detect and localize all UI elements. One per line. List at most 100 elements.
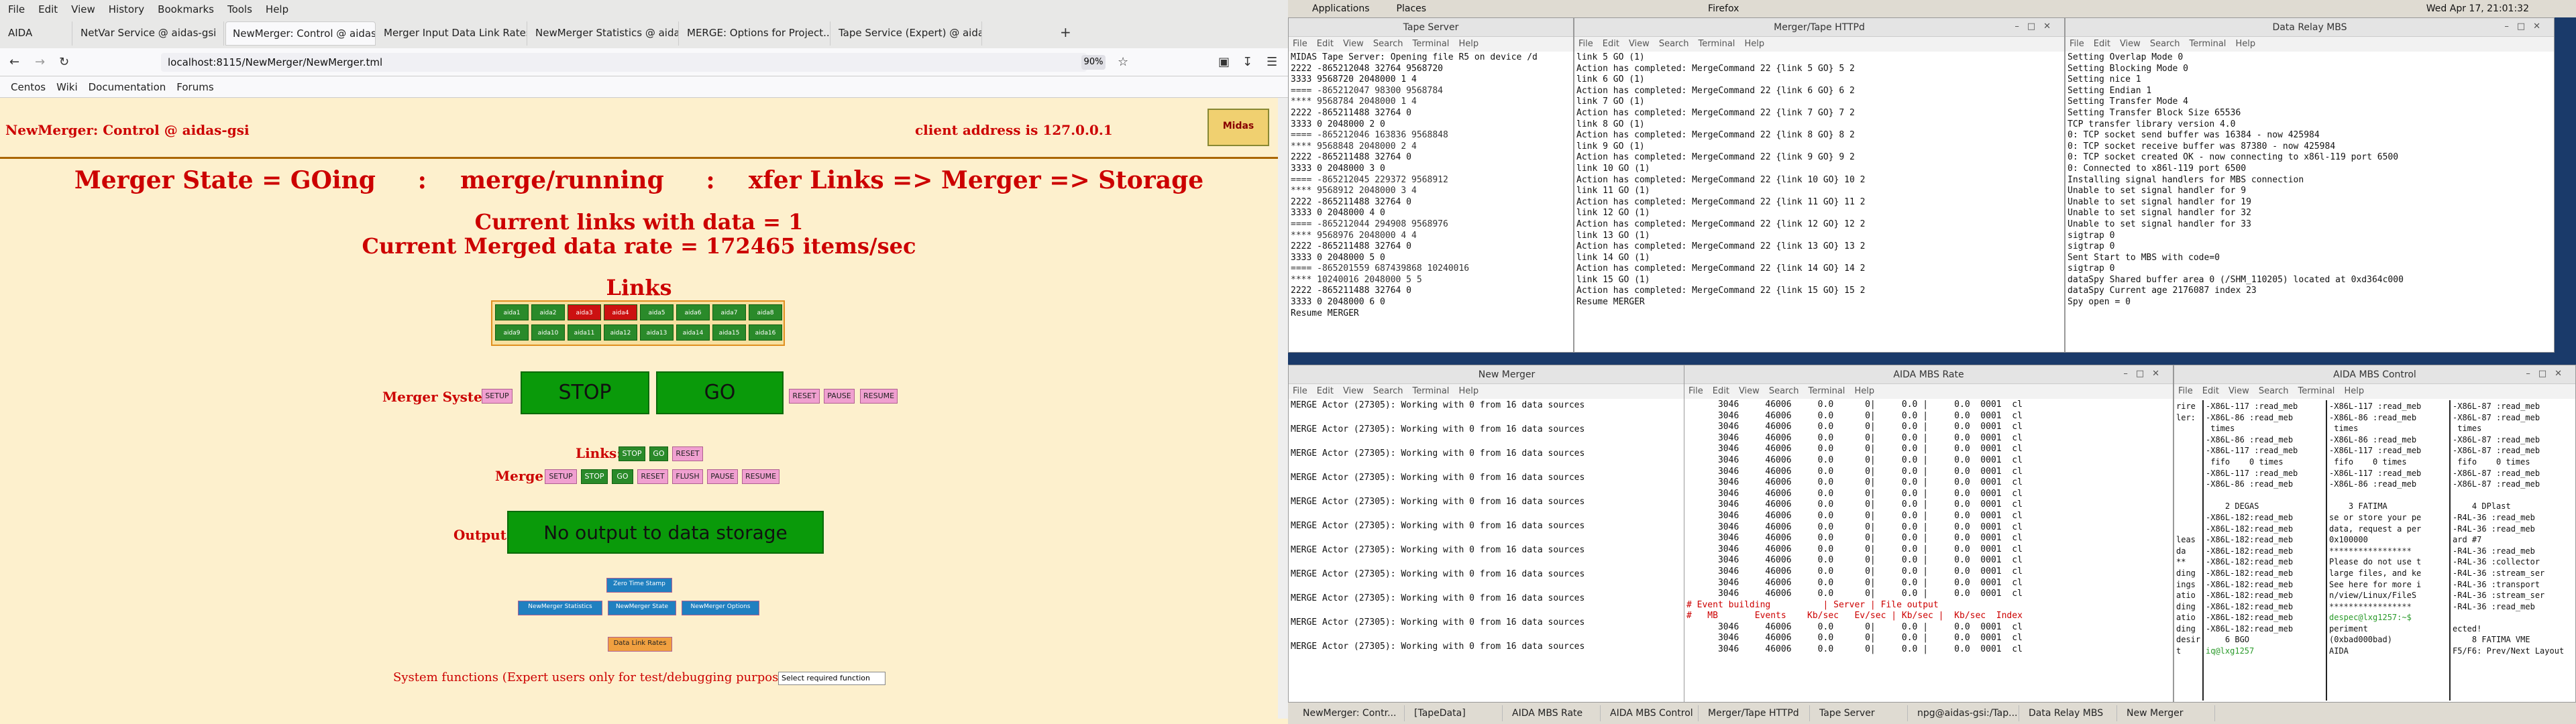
term-menu-search[interactable]: Search [2259, 386, 2289, 396]
term-menu-view[interactable]: View [1343, 386, 1364, 396]
applications-menu[interactable]: Applications [1312, 3, 1370, 14]
merger-reset-button[interactable]: RESET [789, 389, 820, 404]
term-menu-terminal[interactable]: Terminal [1412, 39, 1449, 49]
tab-link-rates[interactable]: Merger Input Data Link Rates [377, 21, 527, 46]
page-scrollbar[interactable] [1278, 98, 1288, 719]
statistics-button[interactable]: NewMerger Statistics [518, 601, 602, 615]
term-menu-file[interactable]: File [1688, 386, 1703, 396]
window-controls-icon[interactable]: –□✕ [2123, 369, 2167, 379]
term-menu-view[interactable]: View [1629, 39, 1650, 49]
stop-button[interactable]: STOP [521, 371, 649, 414]
taskbar-item[interactable]: Tape Server [1814, 705, 1908, 721]
merge-go-button[interactable]: GO [612, 469, 633, 484]
taskbar-item[interactable]: AIDA MBS Rate [1507, 705, 1601, 721]
link-aida1[interactable]: aida1 [495, 304, 529, 320]
term-menu-search[interactable]: Search [1769, 386, 1799, 396]
new-tab-icon[interactable]: + [1060, 24, 1071, 40]
state-button[interactable]: NewMerger State [608, 601, 676, 615]
taskbar-item[interactable]: New Merger [2121, 705, 2215, 721]
term-menu-file[interactable]: File [1293, 386, 1307, 396]
tab-newmerger-control[interactable]: NewMerger: Control @ aidas- [225, 21, 376, 46]
term-menu-help[interactable]: Help [2344, 386, 2364, 396]
term-menu-file[interactable]: File [2070, 39, 2084, 49]
term-menu-view[interactable]: View [2229, 386, 2249, 396]
bookmark-star-icon[interactable]: ☆ [1118, 55, 1128, 69]
menu-edit[interactable]: Edit [38, 3, 58, 15]
window-controls-icon[interactable]: –□✕ [2015, 21, 2059, 32]
bookmark-centos[interactable]: Centos [11, 81, 46, 93]
mbs-rate-titlebar[interactable]: AIDA MBS Rate –□✕ [1684, 365, 2173, 384]
taskbar-item[interactable]: Data Relay MBS [2023, 705, 2117, 721]
taskbar-item[interactable]: NewMerger: Contr... [1297, 705, 1405, 721]
tape-server-titlebar[interactable]: Tape Server [1289, 18, 1573, 37]
forward-icon[interactable]: → [35, 55, 45, 69]
places-menu[interactable]: Places [1397, 3, 1427, 14]
term-menu-edit[interactable]: Edit [2094, 39, 2110, 49]
term-menu-search[interactable]: Search [2150, 39, 2180, 49]
menu-history[interactable]: History [109, 3, 144, 15]
term-menu-edit[interactable]: Edit [1713, 386, 1729, 396]
merge-reset-button[interactable]: RESET [637, 469, 668, 484]
links-reset-button[interactable]: RESET [672, 446, 703, 461]
term-menu-search[interactable]: Search [1373, 386, 1403, 396]
link-aida7[interactable]: aida7 [712, 304, 746, 320]
term-menu-terminal[interactable]: Terminal [1808, 386, 1845, 396]
download-icon[interactable]: ↧ [1242, 55, 1252, 69]
term-menu-edit[interactable]: Edit [2202, 386, 2219, 396]
options-button[interactable]: NewMerger Options [682, 601, 759, 615]
link-aida6[interactable]: aida6 [676, 304, 710, 320]
window-controls-icon[interactable]: –□✕ [2504, 21, 2548, 32]
merge-flush-button[interactable]: FLUSH [672, 469, 703, 484]
term-menu-edit[interactable]: Edit [1317, 39, 1334, 49]
term-menu-help[interactable]: Help [1458, 39, 1479, 49]
term-menu-view[interactable]: View [1343, 39, 1364, 49]
taskbar-item[interactable]: AIDA MBS Control [1605, 705, 1699, 721]
menu-file[interactable]: File [8, 3, 25, 15]
term-menu-help[interactable]: Help [1744, 39, 1764, 49]
data-link-rates-button[interactable]: Data Link Rates [608, 637, 672, 652]
link-aida3[interactable]: aida3 [568, 304, 601, 320]
link-aida11[interactable]: aida11 [568, 324, 601, 341]
tab-statistics[interactable]: NewMerger Statistics @ aidas- [529, 21, 679, 46]
pocket-icon[interactable]: ▣ [1218, 55, 1230, 69]
bookmark-forums[interactable]: Forums [176, 81, 213, 93]
merger-setup-button[interactable]: SETUP [482, 389, 513, 404]
term-menu-help[interactable]: Help [1458, 386, 1479, 396]
term-menu-file[interactable]: File [1578, 39, 1593, 49]
links-go-button[interactable]: GO [649, 446, 668, 461]
term-menu-file[interactable]: File [1293, 39, 1307, 49]
tab-tape-service[interactable]: Tape Service (Expert) @ aida [832, 21, 982, 46]
link-aida15[interactable]: aida15 [712, 324, 746, 341]
menu-view[interactable]: View [71, 3, 95, 15]
bookmark-documentation[interactable]: Documentation [89, 81, 166, 93]
zero-time-stamp-button[interactable]: Zero Time Stamp [606, 578, 672, 593]
term-menu-terminal[interactable]: Terminal [1698, 39, 1735, 49]
bookmark-wiki[interactable]: Wiki [56, 81, 78, 93]
menu-help[interactable]: Help [266, 3, 288, 15]
merger-pause-button[interactable]: PAUSE [824, 389, 855, 404]
firefox-launcher[interactable]: Firefox [1708, 3, 1739, 14]
term-menu-search[interactable]: Search [1659, 39, 1689, 49]
link-aida14[interactable]: aida14 [676, 324, 710, 341]
window-controls-icon[interactable]: –□✕ [2526, 369, 2570, 379]
tab-aida[interactable]: AIDA [1, 21, 72, 46]
merge-setup-button[interactable]: SETUP [545, 469, 577, 484]
term-menu-edit[interactable]: Edit [1317, 386, 1334, 396]
links-stop-button[interactable]: STOP [619, 446, 645, 461]
merger-resume-button[interactable]: RESUME [860, 389, 898, 404]
merge-stop-button[interactable]: STOP [581, 469, 608, 484]
link-aida2[interactable]: aida2 [531, 304, 565, 320]
term-menu-terminal[interactable]: Terminal [1412, 386, 1449, 396]
tab-netvar[interactable]: NetVar Service @ aidas-gsi [74, 21, 224, 46]
term-menu-terminal[interactable]: Terminal [2189, 39, 2226, 49]
menu-bookmarks[interactable]: Bookmarks [158, 3, 214, 15]
hamburger-menu-icon[interactable]: ☰ [1267, 55, 1277, 69]
back-icon[interactable]: ← [9, 55, 19, 69]
tab-options[interactable]: MERGE: Options for Project... [680, 21, 830, 46]
term-menu-terminal[interactable]: Terminal [2298, 386, 2334, 396]
term-menu-search[interactable]: Search [1373, 39, 1403, 49]
taskbar-item[interactable]: [TapeData] [1409, 705, 1503, 721]
term-menu-view[interactable]: View [2120, 39, 2141, 49]
taskbar-item[interactable]: npg@aidas-gsi:/Tap... [1912, 705, 2019, 721]
link-aida9[interactable]: aida9 [495, 324, 529, 341]
